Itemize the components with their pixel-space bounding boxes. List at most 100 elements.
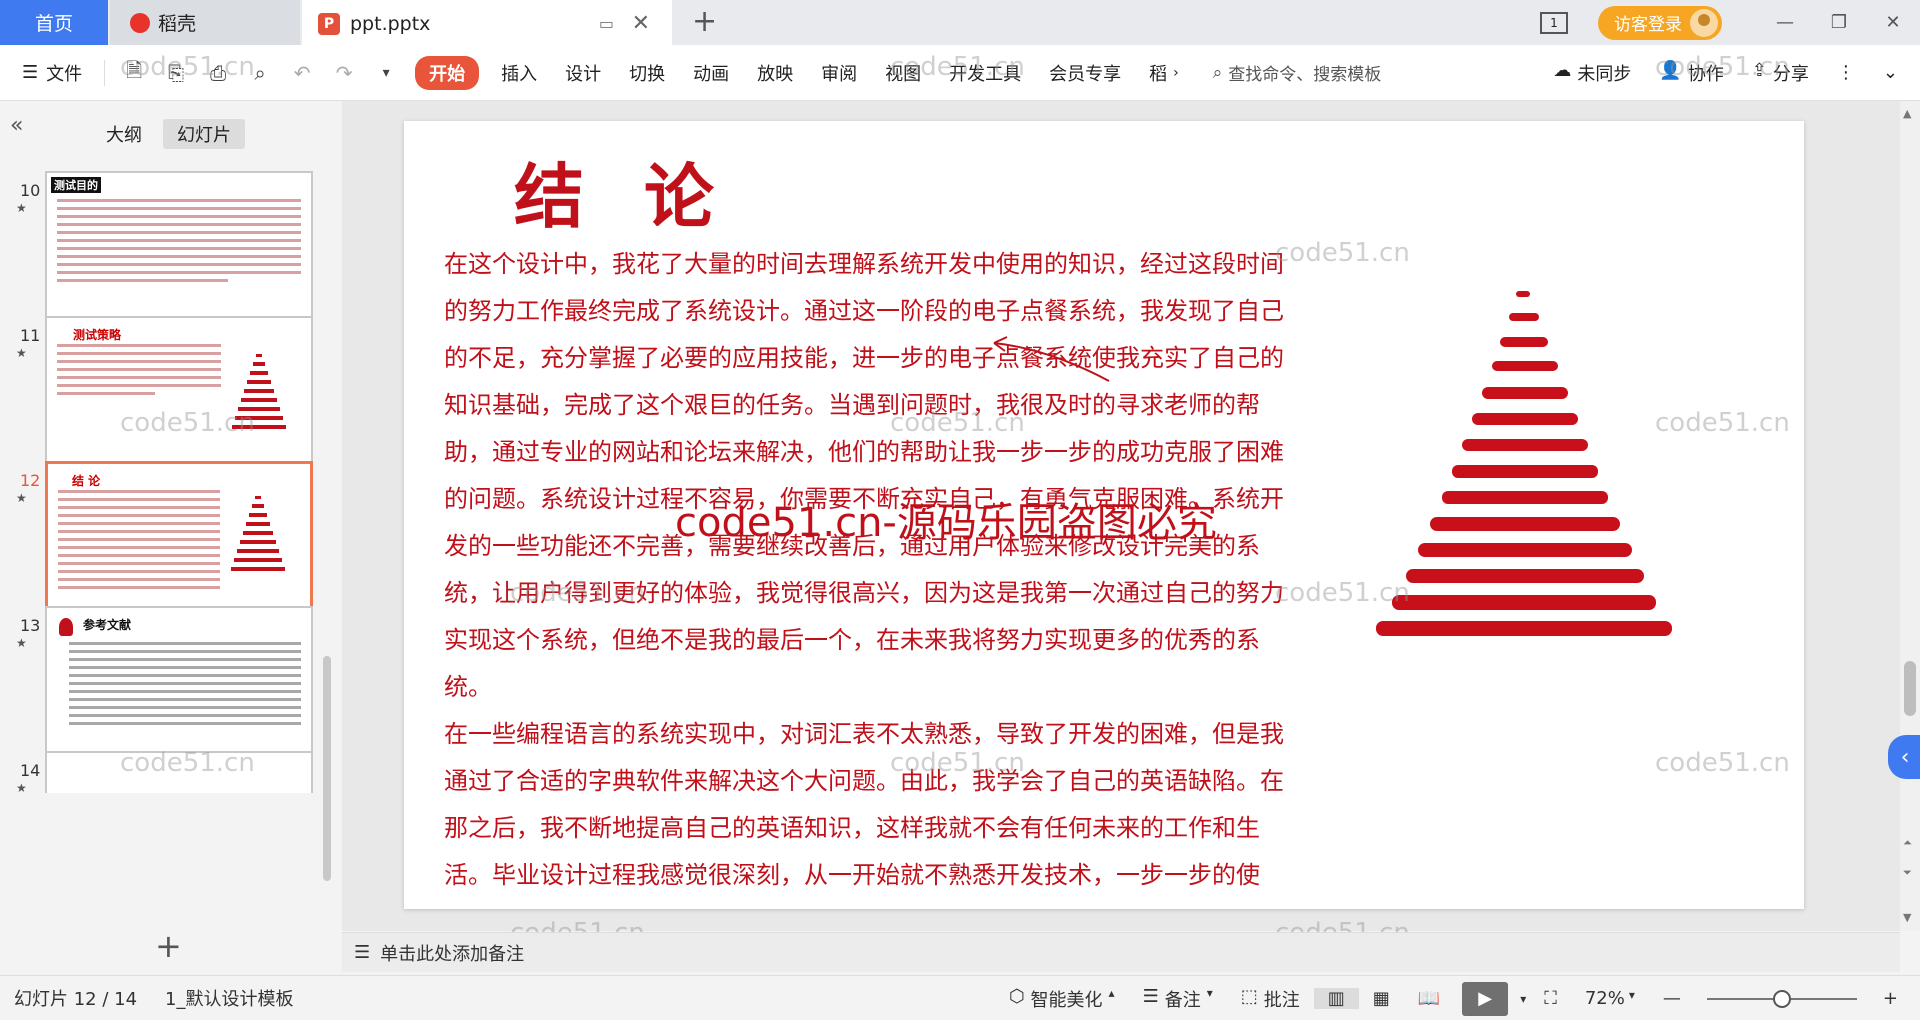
- visitor-login-button[interactable]: 访客登录: [1598, 5, 1722, 40]
- print-preview-icon[interactable]: ⌕: [247, 60, 273, 86]
- notes-toggle-button[interactable]: ☰ 备注 ▾: [1129, 986, 1227, 1012]
- command-search[interactable]: ⌕ 查找命令、搜索模板: [1213, 60, 1382, 86]
- play-options-icon[interactable]: ▾: [1516, 992, 1530, 1006]
- file-menu[interactable]: ☰ 文件: [0, 60, 96, 86]
- thumb-line: [58, 586, 220, 589]
- current-slide[interactable]: 结论 在这个设计中，我花了大量的时间去理解系统开发中使用的知识，经过这段时间的努…: [404, 121, 1804, 909]
- tab-outline[interactable]: 大纲: [92, 119, 156, 149]
- close-window-icon[interactable]: ✕: [1866, 12, 1920, 33]
- thumb-triangle-graphic: [231, 496, 285, 571]
- toolbar-divider: [104, 59, 106, 86]
- animation-star-icon: ★: [16, 636, 27, 650]
- slide-thumbnail[interactable]: 参考文献: [45, 606, 313, 756]
- monitor-icon[interactable]: ▭: [599, 14, 614, 33]
- avatar-icon: [1690, 8, 1718, 37]
- next-page-icon[interactable]: ⏷: [1903, 866, 1912, 880]
- scrollbar-thumb[interactable]: [1904, 661, 1916, 716]
- tab-developer[interactable]: 开发工具: [935, 60, 1035, 86]
- collaborate-button[interactable]: 👤 协作: [1645, 60, 1737, 86]
- tab-member[interactable]: 会员专享: [1035, 60, 1135, 86]
- comment-button[interactable]: ⬚ 批注: [1227, 986, 1314, 1012]
- prev-page-icon[interactable]: ⏶: [1903, 836, 1912, 850]
- new-tab-button[interactable]: +: [692, 4, 717, 39]
- slide-body-text[interactable]: 在这个设计中，我花了大量的时间去理解系统开发中使用的知识，经过这段时间的努力工作…: [444, 241, 1284, 909]
- thumb-line: [69, 658, 301, 661]
- notes-area[interactable]: ☰ 单击此处添加备注: [342, 932, 1900, 972]
- thumb-line: [58, 514, 220, 517]
- print-icon[interactable]: ⎙: [205, 60, 231, 86]
- tab-design[interactable]: 设计: [551, 60, 615, 86]
- scroll-down-icon[interactable]: ▼: [1903, 911, 1911, 924]
- thumb-line: [57, 271, 301, 274]
- tab-ppt-file[interactable]: P ppt.pptx ▭ ✕: [302, 0, 672, 45]
- tab-daoke-cut[interactable]: 稻: [1135, 60, 1169, 86]
- panel-scrollbar[interactable]: [323, 656, 331, 881]
- smart-beautify-button[interactable]: ⬡ 智能美化 ▴: [995, 986, 1129, 1012]
- play-slideshow-button[interactable]: ▶: [1462, 981, 1509, 1016]
- animation-star-icon: ★: [16, 201, 27, 215]
- minimize-icon[interactable]: —: [1758, 12, 1812, 33]
- vertical-scrollbar[interactable]: ▲ ⏶ ⏷ ▼: [1900, 101, 1920, 931]
- tab-slides[interactable]: 幻灯片: [163, 119, 245, 149]
- save-icon[interactable]: 🗎: [121, 58, 147, 86]
- page-view-icon[interactable]: 1: [1540, 11, 1568, 34]
- slide-thumbnail-active[interactable]: 结 论: [45, 461, 313, 611]
- tab-start[interactable]: 开始: [415, 55, 480, 90]
- more-options-icon[interactable]: ⋮: [1823, 62, 1869, 83]
- thumb-text-lines: [57, 199, 301, 287]
- tab-view[interactable]: 视图: [871, 60, 935, 86]
- slide-counter: 幻灯片 12 / 14: [14, 989, 138, 1010]
- thumb-line: [57, 231, 301, 234]
- tab-review[interactable]: 审阅: [807, 60, 871, 86]
- more-dropdown-icon[interactable]: ▾: [373, 60, 399, 86]
- animation-star-icon: ★: [16, 781, 27, 795]
- tabs-more-icon[interactable]: ›: [1169, 65, 1183, 81]
- zoom-slider-knob[interactable]: [1772, 989, 1791, 1008]
- zoom-in-icon[interactable]: +: [1869, 988, 1920, 1009]
- zoom-slider[interactable]: [1706, 989, 1857, 1008]
- fit-window-icon[interactable]: ⛶: [1530, 988, 1571, 1009]
- zoom-level[interactable]: 72% ▾: [1571, 988, 1649, 1009]
- reading-view-icon[interactable]: 📖: [1404, 988, 1454, 1009]
- add-slide-button[interactable]: +: [155, 927, 182, 965]
- tab-slideshow[interactable]: 放映: [743, 60, 807, 86]
- status-bar-right: ⬡ 智能美化 ▴ ☰ 备注 ▾ ⬚ 批注 ▥ ▦ 📖 ▶ ▾ ⛶ 72% ▾ —…: [995, 976, 1920, 1020]
- collapse-ribbon-icon[interactable]: ⌄: [1869, 62, 1920, 83]
- scroll-up-icon[interactable]: ▲: [1903, 107, 1911, 120]
- zoom-out-icon[interactable]: —: [1649, 988, 1695, 1009]
- normal-view-icon[interactable]: ▥: [1313, 988, 1359, 1009]
- restore-icon[interactable]: ❐: [1812, 12, 1866, 33]
- thumb-line: [57, 360, 221, 363]
- file-menu-label: 文件: [46, 63, 83, 85]
- slide-thumbnail[interactable]: 测试目的: [45, 171, 313, 321]
- notes-list-icon: ☰: [1142, 985, 1159, 1007]
- thumb-title: 测试策略: [73, 328, 122, 342]
- comment-label: 批注: [1263, 989, 1300, 1011]
- redo-icon[interactable]: ↷: [331, 60, 357, 86]
- slide-thumbnail[interactable]: [45, 751, 313, 793]
- tab-insert[interactable]: 插入: [487, 60, 551, 86]
- thumb-line: [57, 247, 301, 250]
- export-pdf-icon[interactable]: ⎘: [163, 60, 189, 86]
- tab-home[interactable]: 首页: [0, 0, 108, 45]
- thumb-line: [57, 384, 221, 387]
- slide-number: 12: [20, 471, 41, 490]
- close-tab-icon[interactable]: ✕: [632, 11, 650, 36]
- grid-view-icon[interactable]: ▦: [1359, 988, 1404, 1009]
- undo-icon[interactable]: ↶: [289, 60, 315, 86]
- thumb-text-lines: [57, 344, 221, 400]
- thumb-line: [57, 392, 156, 395]
- sync-button[interactable]: ☁ 未同步: [1539, 60, 1645, 86]
- cloud-sync-icon: ☁: [1553, 59, 1572, 81]
- template-name[interactable]: 1_默认设计模板: [151, 985, 307, 1011]
- tab-animation[interactable]: 动画: [679, 60, 743, 86]
- slide-thumbnail[interactable]: 测试策略: [45, 316, 313, 466]
- share-button[interactable]: ⇪ 分享: [1738, 60, 1823, 86]
- daoke-logo-icon: [130, 12, 150, 33]
- slide-title[interactable]: 结论: [514, 141, 774, 242]
- side-panel-toggle-icon[interactable]: ‹: [1888, 735, 1920, 779]
- collapse-panel-icon[interactable]: «: [10, 113, 23, 138]
- thumb-line: [69, 682, 301, 685]
- tab-daoke[interactable]: 稻壳: [110, 0, 300, 45]
- tab-transition[interactable]: 切换: [615, 60, 679, 86]
